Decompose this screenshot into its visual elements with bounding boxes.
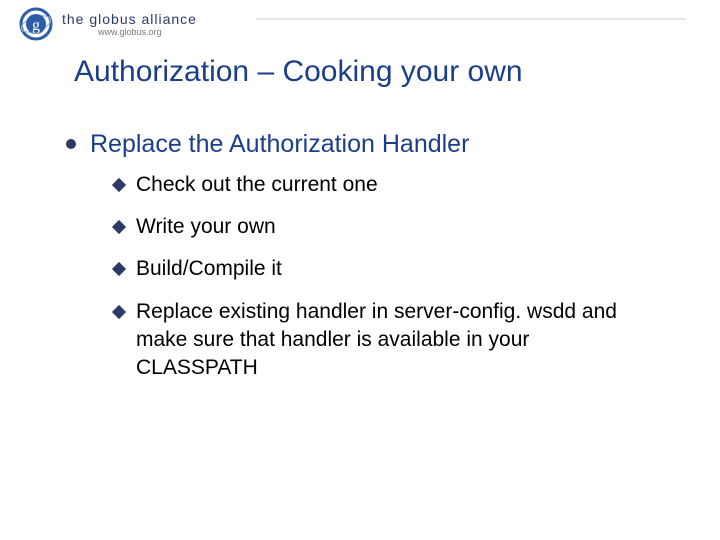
slide-title: Authorization – Cooking your own <box>74 55 523 89</box>
logo-text-block: the globus alliance www.globus.org <box>62 12 197 37</box>
logo-main-text: the globus alliance <box>62 12 197 26</box>
list-item: Replace the Authorization Handler <box>66 128 666 161</box>
list-text: Replace existing handler in server-confi… <box>136 298 656 383</box>
inner-list: Check out the current one Write your own… <box>114 171 666 383</box>
logo: g the globus alliance www.globus.org <box>18 6 197 42</box>
bullet-diamond-icon <box>112 304 126 318</box>
list-text: Check out the current one <box>136 171 378 199</box>
list-item: Replace existing handler in server-confi… <box>114 298 666 383</box>
list-text: Build/Compile it <box>136 255 282 283</box>
bullet-diamond-icon <box>112 220 126 234</box>
bullet-diamond-icon <box>112 262 126 276</box>
list-item: Build/Compile it <box>114 255 666 283</box>
header-divider <box>256 18 686 20</box>
list-item: Check out the current one <box>114 171 666 199</box>
list-text: Replace the Authorization Handler <box>90 128 469 161</box>
slide-content: Replace the Authorization Handler Check … <box>66 128 666 397</box>
logo-letter: g <box>32 17 40 34</box>
slide: g the globus alliance www.globus.org Aut… <box>0 0 720 540</box>
list-text: Write your own <box>136 213 276 241</box>
logo-sub-text: www.globus.org <box>98 28 197 37</box>
bullet-dot-icon <box>66 139 76 149</box>
globus-logo-icon: g <box>18 6 54 42</box>
list-item: Write your own <box>114 213 666 241</box>
bullet-diamond-icon <box>112 177 126 191</box>
